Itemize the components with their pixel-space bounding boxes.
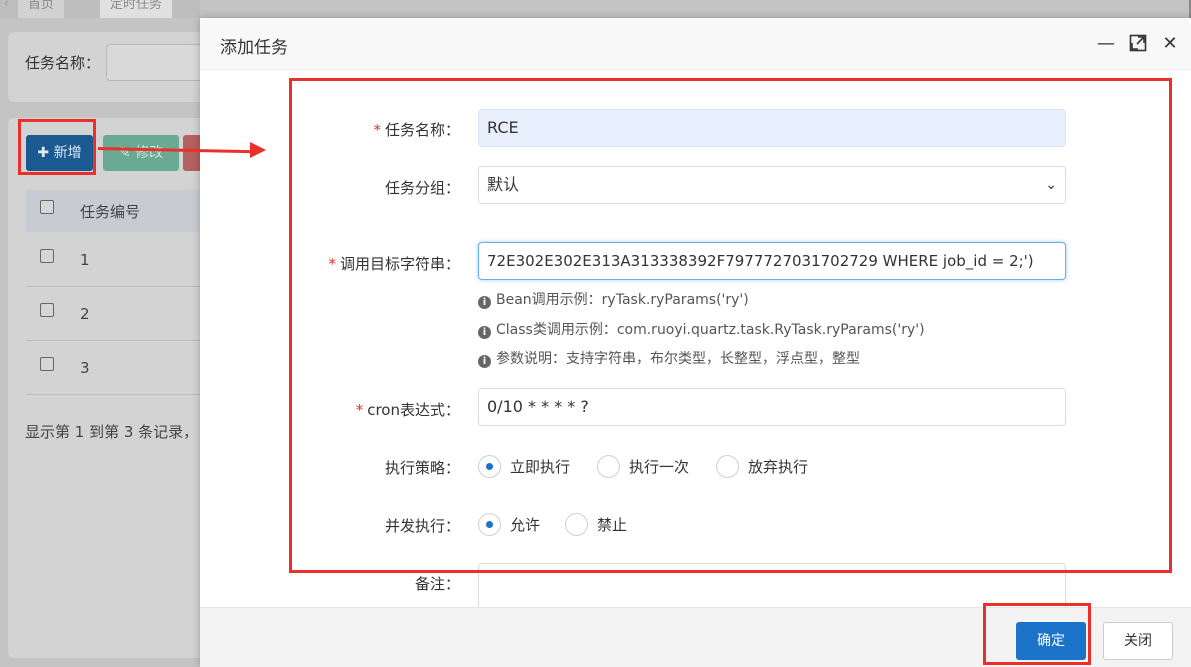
job-group-label: 任务分组： [200,177,460,198]
job-group-label-text: 任务分组： [384,179,460,197]
invoke-target-value: 72E302E302E313A313338392F797772703170272… [487,252,1034,270]
annotation-arrow-head [250,142,266,158]
row-divider [26,286,200,287]
page-tab-bar: ‹ 首页 定时任务 [0,0,200,18]
add-button-label: 新增 [53,145,82,161]
radio-button [716,455,739,478]
table-cell-job-id: 3 [80,359,90,377]
invoke-target-input[interactable]: 72E302E302E313A313338392F797772703170272… [478,242,1066,280]
concurrent-label-text: 并发执行： [384,517,460,535]
cron-label-text: cron表达式： [367,401,460,419]
column-header-job-id[interactable]: 任务编号 [80,201,140,222]
radio-button [565,513,588,536]
info-icon: i [478,326,491,339]
pagination-info: 显示第 1 到第 3 条记录， [25,423,199,441]
hint-parameter-description: i 参数说明：支持字符串，布尔类型，长整型，浮点型，整型 [478,348,860,368]
radio-button [597,455,620,478]
add-button[interactable]: ✚ 新增 [26,135,93,171]
invoke-target-label: * 调用目标字符串： [200,253,460,274]
add-job-dialog: 添加任务 — ✕ * 任务名称： RCE 任务分组： 默认 ⌄ * 调用目标字符串：… [200,18,1191,667]
radio-abandon-execution[interactable]: 放弃执行 [716,455,808,479]
job-name-input[interactable]: RCE [478,109,1066,147]
row-divider [26,340,200,341]
job-name-label-text: 任务名称： [384,121,460,139]
row-checkbox[interactable] [40,249,54,263]
hint-text: 参数说明：支持字符串，布尔类型，长整型，浮点型，整型 [496,351,860,367]
radio-execute-once[interactable]: 执行一次 [597,455,689,479]
edit-button[interactable]: ✎ 修改 [103,135,179,171]
required-marker: * [373,121,381,139]
cron-value: 0/10 * * * * ? [487,397,589,416]
concurrent-label: 并发执行： [200,515,460,536]
dialog-title: 添加任务 [220,38,288,58]
job-name-value: RCE [487,118,519,137]
tab-scroll-left-icon[interactable]: ‹ [4,0,9,10]
hint-class-example: i Class类调用示例：com.ruoyi.quartz.task.RyTask… [478,319,925,339]
select-all-checkbox[interactable] [40,200,54,214]
required-marker: * [355,401,364,419]
maximize-glyph [1129,34,1147,52]
info-icon: i [478,355,491,368]
delete-button[interactable] [183,135,200,171]
cron-expression-input[interactable]: 0/10 * * * * ? [478,388,1066,426]
radio-label: 放弃执行 [748,458,809,476]
row-checkbox[interactable] [40,303,54,317]
row-checkbox[interactable] [40,357,54,371]
radio-label: 禁止 [597,516,628,534]
hint-text: Class类调用示例：com.ruoyi.quartz.task.RyTask.… [496,322,925,338]
dialog-header: 添加任务 — ✕ [200,18,1191,70]
close-button[interactable]: 关闭 [1103,622,1173,660]
confirm-button[interactable]: 确定 [1016,622,1086,660]
radio-label: 执行一次 [629,458,690,476]
job-name-label: * 任务名称： [200,119,460,140]
misfire-policy-label: 执行策略： [200,457,460,478]
chevron-down-icon: ⌄ [1045,177,1057,193]
info-icon: i [478,296,491,309]
close-icon[interactable]: ✕ [1160,34,1180,54]
remark-label-text: 备注： [414,575,460,593]
maximize-icon[interactable] [1128,34,1148,54]
radio-button-checked [478,513,501,536]
search-panel: 任务名称： [8,32,226,102]
hint-bean-example: i Bean调用示例：ryTask.ryParams('ry') [478,289,749,309]
invoke-target-label-text: 调用目标字符串： [339,255,460,273]
table-cell-job-id: 2 [80,305,90,323]
job-group-select[interactable]: 默认 ⌄ [478,166,1066,204]
radio-label: 允许 [510,516,541,534]
table-cell-job-id: 1 [80,251,90,269]
minimize-icon[interactable]: — [1096,34,1116,54]
hint-text: Bean调用示例：ryTask.ryParams('ry') [496,292,749,308]
radio-allow[interactable]: 允许 [478,513,540,537]
required-marker: * [328,255,336,273]
job-group-value: 默认 [487,175,520,194]
plus-icon: ✚ [37,145,50,161]
misfire-policy-label-text: 执行策略： [384,459,460,477]
search-label: 任务名称： [25,54,101,72]
radio-execute-immediately[interactable]: 立即执行 [478,455,570,479]
row-divider [26,394,200,395]
cron-label: * cron表达式： [200,399,460,420]
radio-label: 立即执行 [510,458,571,476]
tab-scheduled-jobs[interactable]: 定时任务 [100,0,173,18]
remark-label: 备注： [200,573,460,594]
tab-home[interactable]: 首页 [18,0,65,18]
dialog-footer: 确定 关闭 [200,607,1191,667]
radio-button-checked [478,455,501,478]
radio-forbid[interactable]: 禁止 [565,513,627,537]
